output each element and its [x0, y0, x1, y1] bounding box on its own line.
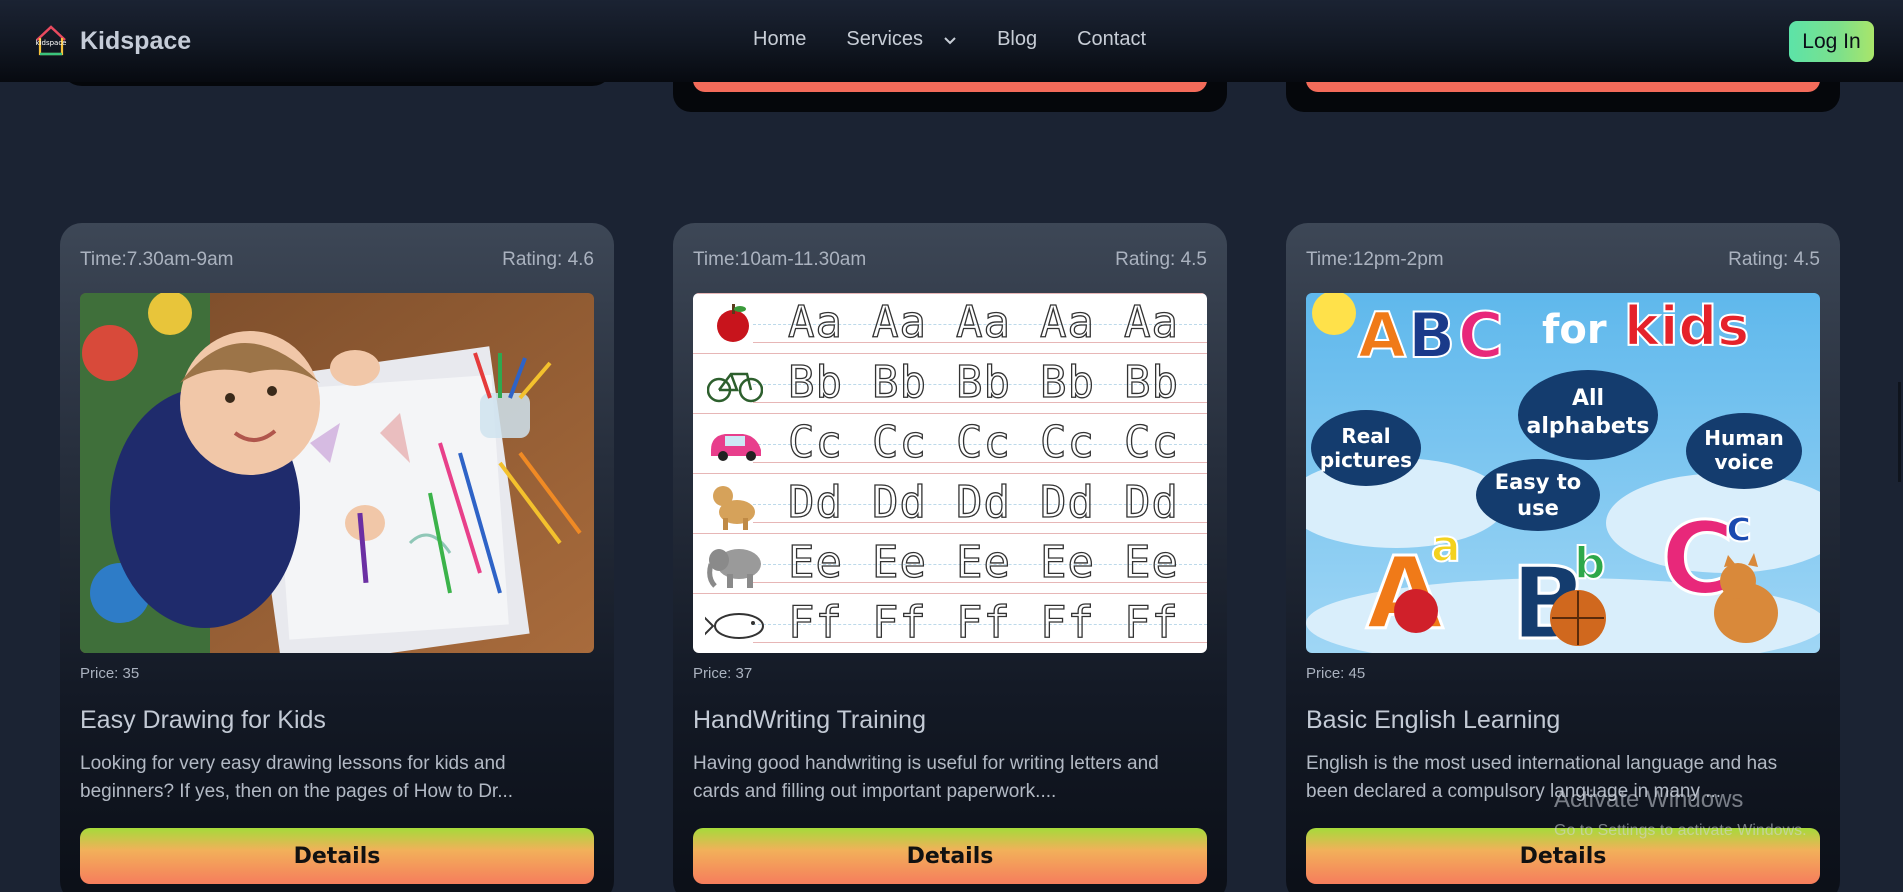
nav-blog-link[interactable]: Blog — [997, 28, 1037, 51]
svg-text:a: a — [1431, 521, 1461, 572]
abc-letter-b: B — [1408, 299, 1455, 372]
nav-home-link[interactable]: Home — [753, 28, 806, 51]
svg-text:All: All — [1572, 386, 1604, 411]
card-time: Time:7.30am-9am — [80, 249, 234, 270]
svg-text:voice: voice — [1714, 450, 1773, 474]
card-title: Basic English Learning — [1306, 706, 1561, 734]
car-icon — [711, 434, 761, 461]
card-rating: Rating: 4.6 — [502, 249, 594, 270]
svg-text:Real: Real — [1341, 424, 1390, 448]
tracing-letters: Aa Aa Aa Aa Aa — [787, 296, 1179, 348]
abc-for-kids-image: A B C for kids Real pictures All alphabe… — [1306, 293, 1820, 653]
dog-icon — [713, 486, 755, 530]
drawing-kid-image — [80, 293, 594, 653]
abc-kids-text: kids — [1624, 295, 1749, 358]
tracing-row: Bb Bb Bb Bb Bb — [693, 353, 1207, 413]
scrollbar[interactable] — [1898, 382, 1901, 482]
card-description: Looking for very easy drawing lessons fo… — [80, 753, 514, 802]
svg-text:Easy to: Easy to — [1495, 470, 1581, 494]
login-button[interactable]: Log In — [1789, 21, 1874, 62]
card-time: Time:10am-11.30am — [693, 249, 867, 270]
svg-text:c: c — [1726, 501, 1752, 552]
nav-blog-label: Blog — [997, 28, 1038, 50]
card-meta: Time:12pm-2pm Rating: 4.5 — [1306, 249, 1820, 271]
watermark-subtitle: Go to Settings to activate Windows. — [1554, 822, 1807, 839]
nav-home-label: Home — [753, 28, 807, 50]
kidspace-logo-icon: kidspace — [34, 24, 68, 58]
svg-text:use: use — [1517, 496, 1559, 520]
card-title: HandWriting Training — [693, 706, 926, 734]
card-price: Price: 35 — [80, 665, 140, 682]
apple-icon — [717, 304, 749, 342]
card-rating: Rating: 4.5 — [1728, 249, 1820, 270]
chevron-down-icon — [944, 36, 956, 44]
card-price: Price: 37 — [693, 665, 753, 682]
tracing-row: Cc Cc Cc Cc Cc — [693, 413, 1207, 473]
card-time: Time:12pm-2pm — [1306, 249, 1444, 270]
navbar: kidspace Kidspace Home Services Blog Con… — [0, 0, 1903, 82]
card-price: Price: 45 — [1306, 665, 1366, 682]
brand[interactable]: kidspace Kidspace — [34, 24, 191, 58]
tracing-row: Aa Aa Aa Aa Aa — [693, 293, 1207, 353]
course-card: Time:10am-11.30am Rating: 4.5 Aa Aa Aa Aa Aa… — [673, 223, 1227, 892]
card-meta: Time:10am-11.30am Rating: 4.5 — [693, 249, 1207, 271]
card-description: Having good handwriting is useful for wr… — [693, 753, 1159, 802]
abc-letter-a: A — [1358, 299, 1406, 372]
tracing-letters: Ee Ee Ee Ee Ee — [787, 536, 1179, 588]
tracing-letters: Dd Dd Dd Dd Dd — [787, 476, 1179, 528]
brand-name: Kidspace — [80, 26, 192, 55]
nav-contact-label: Contact — [1077, 28, 1147, 50]
tracing-letters: Bb Bb Bb Bb Bb — [787, 356, 1179, 408]
course-card: Time:7.30am-9am Rating: 4.6 Price: 35 Ea… — [60, 223, 614, 892]
nav-contact-link[interactable]: Contact — [1077, 28, 1146, 51]
details-button[interactable]: Details — [80, 828, 594, 884]
nav-services-dropdown[interactable]: Services — [846, 28, 957, 51]
card-rating: Rating: 4.5 — [1115, 249, 1207, 270]
svg-text:Human: Human — [1704, 426, 1784, 450]
svg-text:alphabets: alphabets — [1527, 414, 1650, 439]
handwriting-tracing-image: Aa Aa Aa Aa Aa Bb Bb Bb Bb Bb Cc Cc Cc Cc Cc Dd Dd Dd D… — [693, 293, 1207, 653]
abc-letter-c: C — [1458, 299, 1504, 372]
abc-for-text: for — [1542, 307, 1607, 353]
card-meta: Time:7.30am-9am Rating: 4.6 — [80, 249, 594, 271]
tracing-row: Ff Ff Ff Ff Ff — [693, 593, 1207, 653]
tracing-letters: Cc Cc Cc Cc Cc — [787, 416, 1179, 468]
tracing-row: Dd Dd Dd Dd Dd — [693, 473, 1207, 533]
card-title: Easy Drawing for Kids — [80, 706, 326, 734]
svg-text:pictures: pictures — [1320, 448, 1412, 472]
watermark-title: Activate Windows — [1554, 786, 1744, 813]
activate-windows-watermark: Activate Windows Go to Settings to activ… — [1554, 786, 1807, 840]
svg-text:kidspace: kidspace — [36, 39, 67, 47]
svg-text:b: b — [1574, 538, 1606, 589]
tracing-letters: Ff Ff Ff Ff Ff — [787, 596, 1179, 648]
details-button[interactable]: Details — [693, 828, 1207, 884]
bicycle-icon — [707, 372, 763, 403]
nav-links: Home Services Blog Contact — [753, 28, 1186, 51]
nav-services-label: Services — [846, 28, 924, 50]
fish-icon — [705, 613, 764, 639]
elephant-icon — [707, 549, 761, 588]
tracing-row: Ee Ee Ee Ee Ee — [693, 533, 1207, 593]
